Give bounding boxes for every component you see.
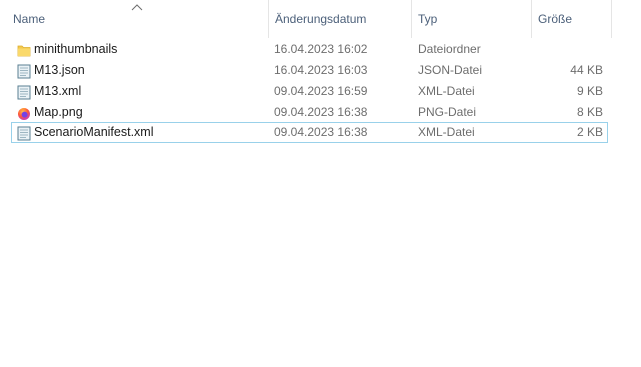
file-date: 09.04.2023 16:38 — [274, 105, 368, 119]
file-row-selected[interactable]: ScenarioManifest.xml 09.04.2023 16:38 XM… — [11, 122, 608, 143]
file-date: 09.04.2023 16:59 — [274, 84, 368, 98]
file-name: Map.png — [34, 105, 83, 119]
file-date: 16.04.2023 16:02 — [274, 42, 368, 56]
file-size: 44 KB — [570, 63, 603, 77]
column-header-date[interactable]: Änderungsdatum — [269, 0, 412, 38]
file-date: 09.04.2023 16:38 — [274, 125, 368, 139]
file-row[interactable]: Map.png 09.04.2023 16:38 PNG-Datei 8 KB — [11, 102, 608, 123]
file-size: 2 KB — [576, 125, 603, 139]
file-name: ScenarioManifest.xml — [34, 125, 154, 139]
document-icon — [17, 64, 31, 79]
file-size: 9 KB — [576, 84, 603, 98]
firefox-icon — [18, 108, 30, 120]
file-type: Dateiordner — [418, 42, 481, 56]
column-header-size[interactable]: Größe — [532, 0, 612, 38]
file-name: minithumbnails — [34, 42, 118, 56]
file-date: 16.04.2023 16:03 — [274, 63, 368, 77]
file-type: XML-Datei — [418, 84, 475, 98]
column-header-bar: Name Änderungsdatum Typ Größe — [0, 0, 641, 38]
folder-icon — [17, 45, 31, 57]
document-icon — [17, 85, 31, 100]
column-header-type[interactable]: Typ — [412, 0, 532, 38]
file-name: M13.json — [34, 63, 85, 77]
document-icon — [17, 126, 31, 141]
sort-ascending-icon — [131, 4, 143, 11]
file-row[interactable]: minithumbnails 16.04.2023 16:02 Dateiord… — [11, 39, 608, 60]
file-type: JSON-Datei — [418, 63, 483, 77]
file-type: XML-Datei — [418, 125, 475, 139]
file-type: PNG-Datei — [418, 105, 477, 119]
file-size: 8 KB — [576, 105, 603, 119]
file-row[interactable]: M13.xml 09.04.2023 16:59 XML-Datei 9 KB — [11, 81, 608, 102]
file-name: M13.xml — [34, 84, 82, 98]
file-row[interactable]: M13.json 16.04.2023 16:03 JSON-Datei 44 … — [11, 60, 608, 81]
